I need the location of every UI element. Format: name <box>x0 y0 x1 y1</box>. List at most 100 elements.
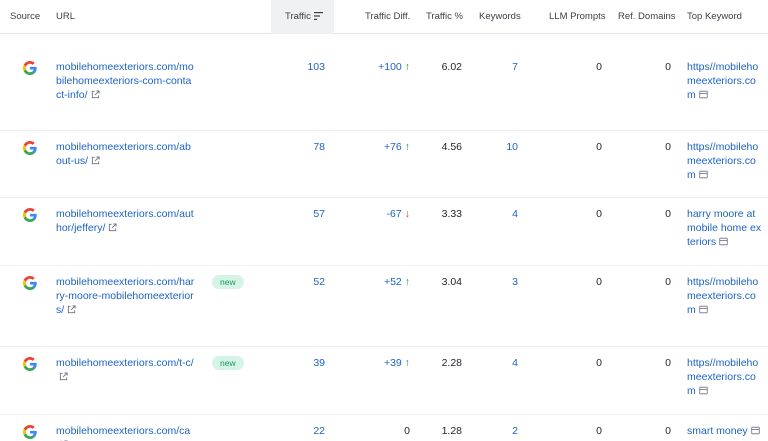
top-keyword-link[interactable]: smart money <box>687 424 763 439</box>
traffic-value[interactable]: 52 <box>270 275 325 289</box>
external-link-icon[interactable] <box>67 304 76 318</box>
traffic-value[interactable]: 103 <box>270 60 325 74</box>
ref-domains-count: 0 <box>665 208 671 220</box>
sort-descending-icon <box>313 12 323 21</box>
google-icon <box>23 276 37 290</box>
serp-features-icon[interactable] <box>699 89 708 103</box>
arrow-up-icon: ↑ <box>404 357 410 369</box>
column-header-url[interactable]: URL <box>56 0 75 34</box>
table-row: mobilehomeexteriors.com/about-us/78 +76 ↑ 4… <box>0 131 768 198</box>
traffic-diff-value: +76 <box>383 141 402 153</box>
column-header-ref-domains[interactable]: Ref. Domains <box>618 0 676 34</box>
external-link-icon[interactable] <box>108 222 117 236</box>
page-url-link[interactable]: mobilehomeexteriors.com/harry-moore-mobi… <box>56 275 196 318</box>
external-link-icon[interactable] <box>91 89 100 103</box>
table-row: mobilehomeexteriors.com/mobilehomeexteri… <box>0 51 768 131</box>
traffic-value[interactable]: 39 <box>270 356 325 370</box>
table-row: mobilehomeexteriors.com/t-c/new 39 +39 ↑ 2.2… <box>0 347 768 415</box>
column-header-traffic[interactable]: Traffic <box>271 0 334 34</box>
ref-domains-count: 0 <box>665 425 671 437</box>
traffic-percent: 6.02 <box>441 61 462 73</box>
column-header-top-keyword[interactable]: Top Keyword <box>687 0 742 34</box>
top-keyword-link[interactable]: https//mobilehomeexteriors.com <box>687 275 763 318</box>
arrow-up-icon: ↑ <box>404 61 410 73</box>
page-url-link[interactable]: mobilehomeexteriors.com/t-c/ <box>56 356 196 385</box>
serp-features-icon[interactable] <box>751 425 760 439</box>
llm-prompts-count: 0 <box>596 61 602 73</box>
traffic-value[interactable]: 57 <box>270 207 325 221</box>
table-row: mobilehomeexteriors.com/author/jeffery/5… <box>0 198 768 266</box>
column-header-llm-prompts[interactable]: LLM Prompts <box>549 0 606 34</box>
page-url-text: mobilehomeexteriors.com/t-c/ <box>56 357 194 369</box>
traffic-diff: -67 ↓ <box>340 207 410 221</box>
arrow-up-icon: ↑ <box>404 141 410 153</box>
google-icon <box>23 208 37 222</box>
serp-features-icon[interactable] <box>719 236 728 250</box>
new-badge: new <box>212 275 244 289</box>
traffic-percent: 3.33 <box>441 208 462 220</box>
keywords-count[interactable]: 7 <box>466 60 518 74</box>
top-keyword-link[interactable]: https//mobilehomeexteriors.com <box>687 60 763 103</box>
page-url-link[interactable]: mobilehomeexteriors.com/mobilehomeexteri… <box>56 60 196 103</box>
top-keyword-text: https//mobilehomeexteriors.com <box>687 357 759 397</box>
page-url-text: mobilehomeexteriors.com/author/jeffery/ <box>56 208 194 234</box>
table-header: Source URL Traffic Traffic Diff. Traffic… <box>0 0 768 34</box>
keywords-count[interactable]: 4 <box>466 207 518 221</box>
keywords-count[interactable]: 4 <box>466 356 518 370</box>
column-header-traffic-diff[interactable]: Traffic Diff. <box>365 0 410 34</box>
page-url-link[interactable]: mobilehomeexteriors.com/about-us/ <box>56 140 196 169</box>
column-header-traffic-pct[interactable]: Traffic % <box>426 0 463 34</box>
top-keyword-text: smart money <box>687 425 748 437</box>
serp-features-icon[interactable] <box>699 169 708 183</box>
traffic-percent: 3.04 <box>441 276 462 288</box>
top-keyword-link[interactable]: harry moore at mobile home exteriors <box>687 207 763 250</box>
page-url-text: mobilehomeexteriors.com/mobilehomeexteri… <box>56 61 194 101</box>
traffic-value[interactable]: 22 <box>270 424 325 438</box>
traffic-percent: 1.28 <box>441 425 462 437</box>
page-url-link[interactable]: mobilehomeexteriors.com/author/jeffery/ <box>56 207 196 236</box>
ref-domains-count: 0 <box>665 61 671 73</box>
keywords-count[interactable]: 10 <box>466 140 518 154</box>
llm-prompts-count: 0 <box>596 357 602 369</box>
traffic-percent: 4.56 <box>441 141 462 153</box>
ref-domains-count: 0 <box>665 357 671 369</box>
traffic-percent: 2.28 <box>441 357 462 369</box>
external-link-icon[interactable] <box>59 371 68 385</box>
traffic-diff-value: +39 <box>383 357 402 369</box>
column-header-source[interactable]: Source <box>10 0 40 34</box>
traffic-diff: +76 ↑ <box>340 140 410 154</box>
top-keyword-text: https//mobilehomeexteriors.com <box>687 276 759 316</box>
table-row: mobilehomeexteriors.com/ca 22 0 1.28 2 0 0 smar… <box>0 415 768 441</box>
external-link-icon[interactable] <box>91 155 100 169</box>
llm-prompts-count: 0 <box>596 208 602 220</box>
llm-prompts-count: 0 <box>596 141 602 153</box>
google-icon <box>23 141 37 155</box>
page-url-text: mobilehomeexteriors.com/ca <box>56 425 191 437</box>
keywords-count[interactable]: 3 <box>466 275 518 289</box>
column-header-traffic-label: Traffic <box>285 11 311 22</box>
traffic-value[interactable]: 78 <box>270 140 325 154</box>
traffic-diff-value: -67 <box>386 208 402 220</box>
page-url-link[interactable]: mobilehomeexteriors.com/ca <box>56 424 196 441</box>
ref-domains-count: 0 <box>665 141 671 153</box>
serp-features-icon[interactable] <box>699 304 708 318</box>
traffic-diff: 0 <box>340 424 410 438</box>
top-keyword-link[interactable]: https//mobilehomeexteriors.com <box>687 356 763 399</box>
llm-prompts-count: 0 <box>596 276 602 288</box>
column-header-keywords[interactable]: Keywords <box>479 0 521 34</box>
traffic-diff-value: 0 <box>404 425 410 437</box>
traffic-diff-value: +100 <box>378 61 402 73</box>
new-badge: new <box>212 356 244 370</box>
keywords-count[interactable]: 2 <box>466 424 518 438</box>
arrow-up-icon: ↑ <box>404 276 410 288</box>
ref-domains-count: 0 <box>665 276 671 288</box>
arrow-down-icon: ↓ <box>404 208 410 220</box>
top-pages-table: Source URL Traffic Traffic Diff. Traffic… <box>0 0 768 441</box>
serp-features-icon[interactable] <box>699 385 708 399</box>
google-icon <box>23 425 37 439</box>
llm-prompts-count: 0 <box>596 425 602 437</box>
top-keyword-link[interactable]: https//mobilehomeexteriors.com <box>687 140 763 183</box>
table-row: mobilehomeexteriors.com/harry-moore-mobi… <box>0 266 768 347</box>
google-icon <box>23 357 37 371</box>
page-url-text: mobilehomeexteriors.com/harry-moore-mobi… <box>56 276 195 316</box>
